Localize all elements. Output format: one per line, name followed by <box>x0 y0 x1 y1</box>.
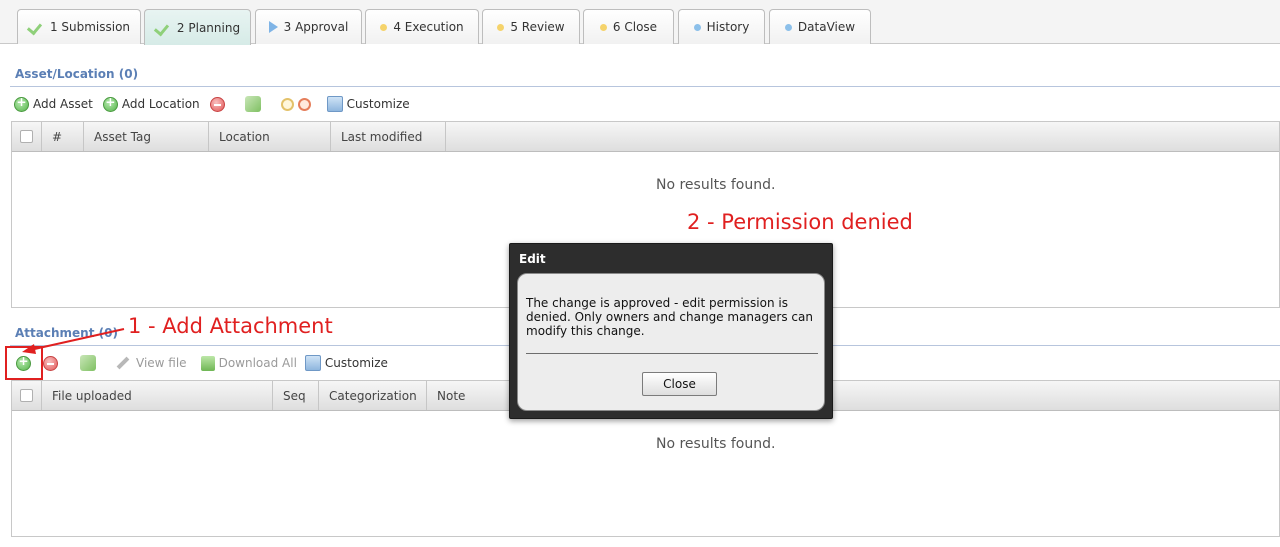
close-button[interactable]: Close <box>642 372 717 396</box>
dialog-divider <box>526 353 818 354</box>
dialog-message: The change is approved - edit permission… <box>526 296 813 338</box>
annotation-add-attachment: 1 - Add Attachment <box>128 314 333 338</box>
annotation-permission-denied: 2 - Permission denied <box>687 210 913 234</box>
edit-dialog: Edit The change is approved - edit permi… <box>509 243 833 419</box>
dialog-title: Edit <box>519 252 546 266</box>
dialog-body: The change is approved - edit permission… <box>517 273 825 411</box>
